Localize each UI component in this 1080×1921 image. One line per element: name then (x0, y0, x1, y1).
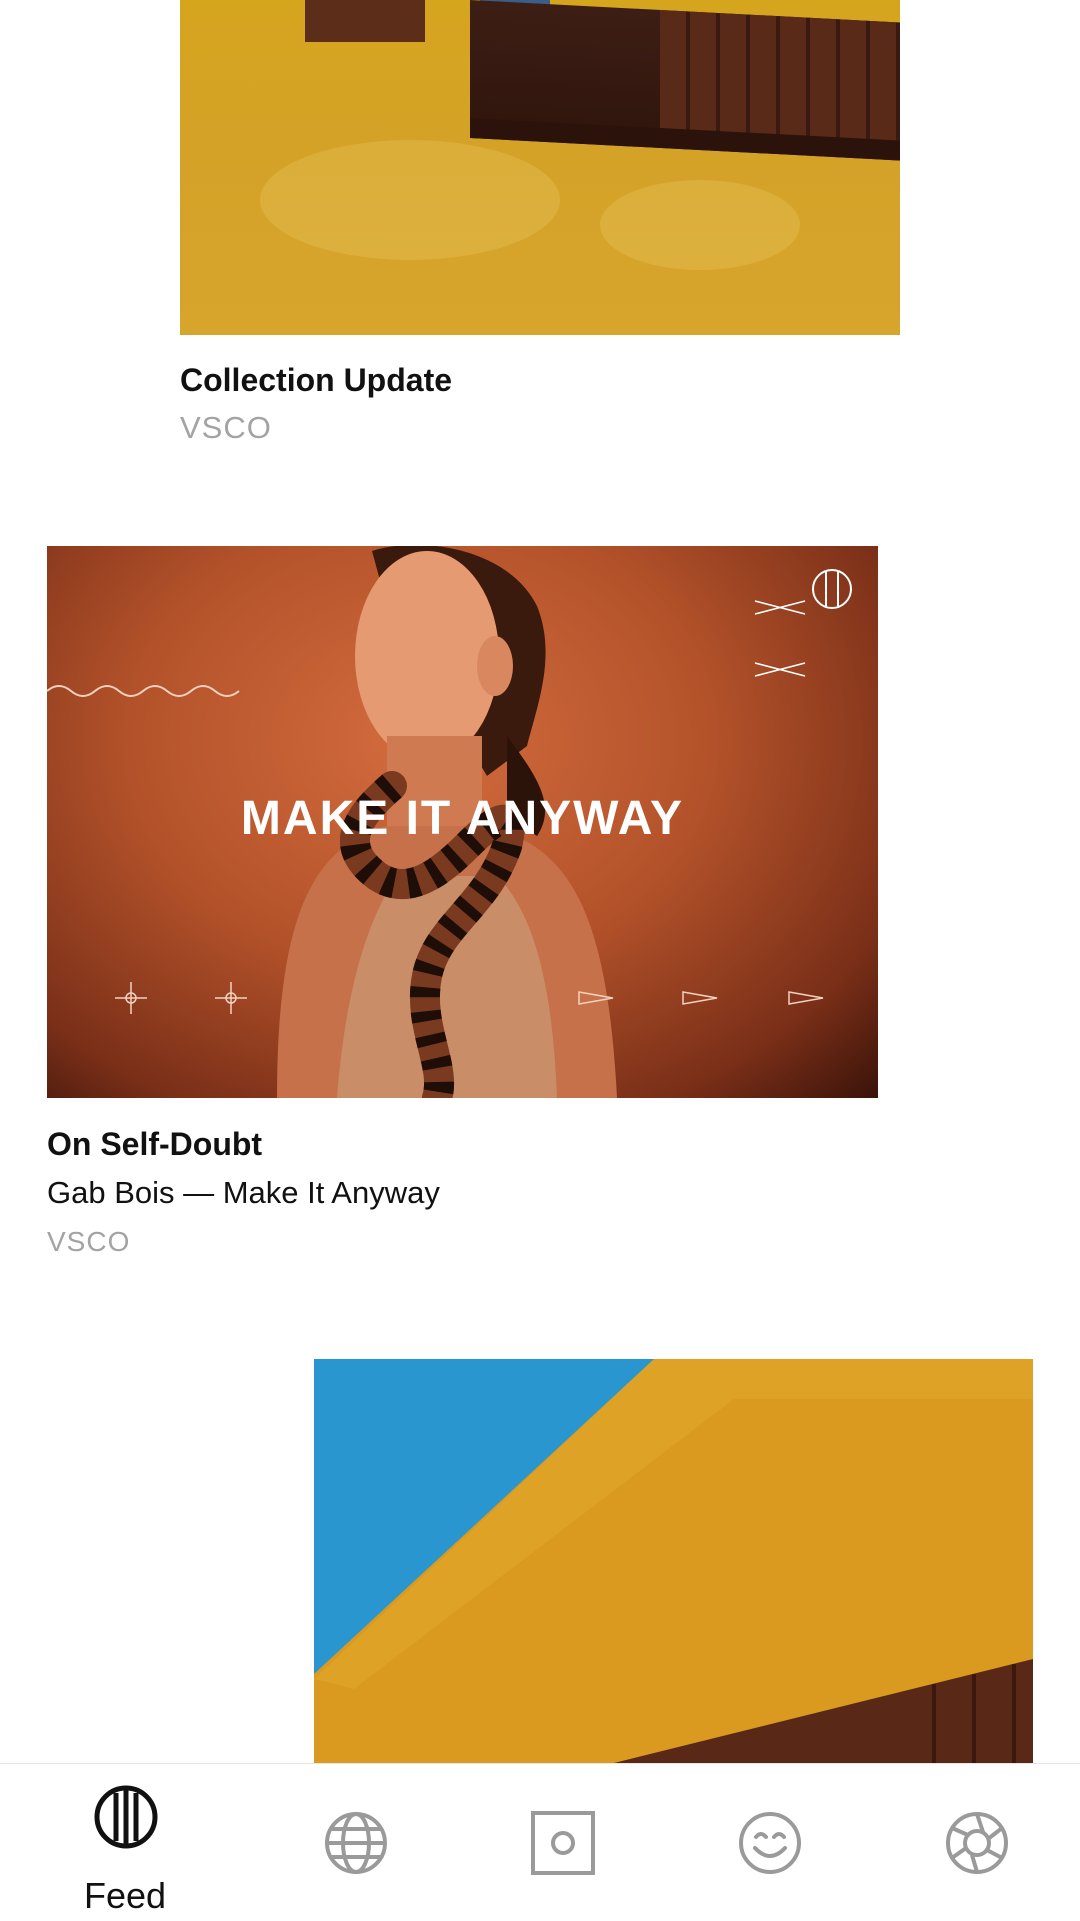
card-source: VSCO (47, 1226, 131, 1257)
card-title[interactable]: On Self-Doubt (47, 1124, 262, 1164)
aperture-icon (946, 1812, 1008, 1874)
image-headline: MAKE IT ANYWAY (240, 792, 685, 845)
globe-icon (325, 1812, 387, 1874)
vsco-feed-icon (94, 1785, 158, 1849)
bottom-navigation: Feed (0, 1763, 1080, 1921)
nav-profile[interactable] (661, 1764, 877, 1921)
camera-square-icon (531, 1811, 595, 1875)
collection-update-photo[interactable] (180, 0, 900, 335)
nav-discover[interactable] (247, 1764, 463, 1921)
card-title[interactable]: Collection Update (180, 360, 452, 400)
smiley-icon (739, 1812, 801, 1874)
nav-feed-label: Feed (83, 1875, 167, 1916)
nav-settings[interactable] (868, 1764, 1080, 1921)
wall-illustration (314, 1359, 1033, 1763)
yellow-wall-sky-photo[interactable] (314, 1359, 1033, 1763)
card-source: VSCO (180, 410, 272, 445)
make-it-anyway-photo[interactable]: MAKE IT ANYWAY (47, 546, 878, 1098)
card-subtitle: Gab Bois — Make It Anyway (47, 1175, 440, 1210)
nav-feed[interactable]: Feed (17, 1764, 233, 1921)
nav-studio[interactable] (454, 1764, 670, 1921)
